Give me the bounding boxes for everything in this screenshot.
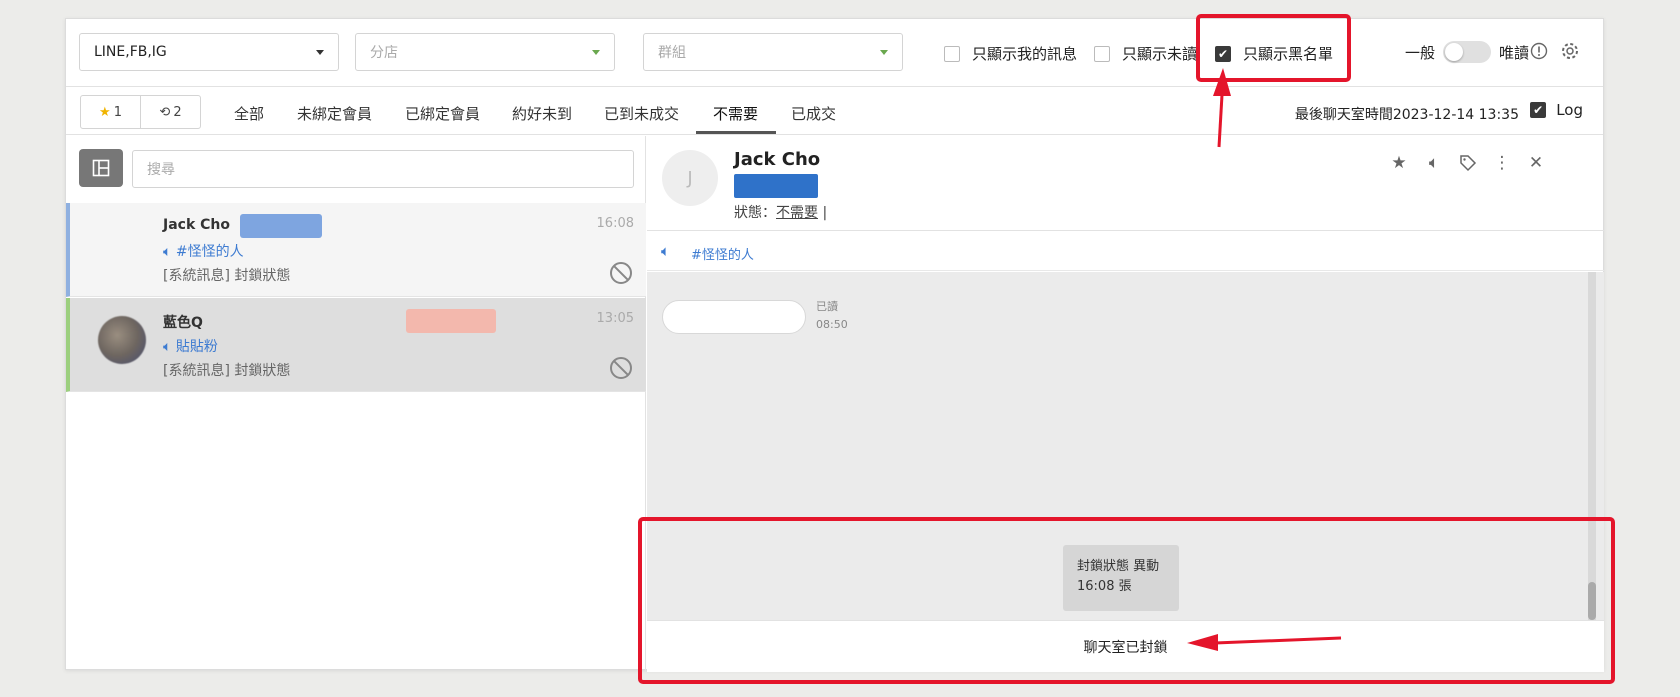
tab-not-needed[interactable]: 不需要 [713,103,758,124]
avatar [98,316,146,364]
last-chat-time: 最後聊天室時間2023-12-14 13:35 [1294,107,1519,123]
annotation-box-locked-chat [638,517,1615,684]
log-label: Log [1556,101,1583,119]
history-filter-button[interactable]: ⟲ 2 [140,96,200,128]
layout-toggle-button[interactable] [79,149,123,187]
read-label: 已讀 [816,300,838,313]
group-select-placeholder: 群組 [658,45,686,61]
conversation-item[interactable]: Jack Cho 🔈︎ #怪怪的人 [系統訊息] 封鎖狀態 16:08 [66,203,646,297]
layout-icon [92,159,110,177]
history-icon: ⟲ [159,104,171,120]
tab-no-show[interactable]: 約好未到 [512,103,572,124]
blocked-icon [610,357,632,379]
message-bubble [662,300,806,334]
conversation-name: Jack Cho [163,217,230,233]
checkmark-icon: ✔ [1530,102,1547,118]
tab-closed-deal[interactable]: 已成交 [791,103,836,124]
contact-status: 狀態：不需要 | [734,205,828,221]
tabs-bar: ★ 1 ⟲ 2 全部 未綁定會員 已綁定會員 約好未到 已到未成交 不需要 已成交 … [66,87,1603,135]
chevron-down-icon [880,49,888,55]
redacted-label [240,214,322,238]
only-unread-checkbox[interactable]: 只顯示未讀 [1094,43,1197,64]
chat-tag-bar: 🔈︎ #怪怪的人 [647,231,1604,271]
blocked-icon [610,262,632,284]
conversation-item[interactable]: 藍色Q 🔈︎ 貼貼粉 [系統訊息] 封鎖狀態 13:05 [66,298,646,392]
star-icon: ★ [99,104,111,120]
tab-all[interactable]: 全部 [234,103,264,124]
starred-count: 1 [113,104,122,120]
channel-select-value: LINE,FB,IG [94,44,167,60]
toggle-left-label: 一般 [1405,43,1436,62]
history-count: 2 [173,104,182,120]
search-placeholder: 搜尋 [147,162,175,178]
gear-icon[interactable] [1560,41,1580,61]
more-vertical-icon[interactable]: ⋮ [1491,152,1513,174]
toggle-right-label: 唯讀 [1499,43,1530,62]
quick-filter-group: ★ 1 ⟲ 2 [80,95,201,129]
speaker-icon: 🔈︎ [163,339,176,355]
speaker-icon: 🔈︎ [163,244,176,260]
conversation-last-message: [系統訊息] 封鎖狀態 [163,268,291,284]
active-tab-indicator [696,131,776,134]
store-select-placeholder: 分店 [370,45,398,61]
only-mine-label: 只顯示我的訊息 [972,45,1078,63]
search-input[interactable]: 搜尋 [132,150,634,188]
conversation-time: 13:05 [596,311,634,326]
toggle-switch[interactable] [1443,41,1492,63]
conversation-time: 16:08 [596,216,634,231]
status-value[interactable]: 不需要 [776,205,818,221]
message-meta: 已讀 08:50 [816,298,848,334]
star-icon[interactable]: ★ [1388,152,1410,174]
checkbox-icon [944,45,960,62]
filter-bar: LINE,FB,IG 分店 群組 只顯示我的訊息 只顯示未讀 ✔ 只顯示黑名單 … [66,19,1603,87]
checkbox-icon [1094,45,1110,62]
conversation-name: 藍色Q [163,315,203,331]
redacted-label [734,174,818,198]
conversation-list-pane: 搜尋 Jack Cho 🔈︎ #怪怪的人 [系統訊息] 封鎖狀態 16:08 藍… [66,136,646,671]
group-select[interactable]: 群組 [643,33,903,71]
chat-tag[interactable]: #怪怪的人 [691,244,754,263]
store-select[interactable]: 分店 [355,33,615,71]
tab-bound-member[interactable]: 已綁定會員 [405,103,480,124]
conversation-tag: 🔈︎ #怪怪的人 [163,244,244,260]
channel-select[interactable]: LINE,FB,IG [79,33,339,71]
close-icon[interactable]: ✕ [1525,152,1547,174]
tab-arrived-no-deal[interactable]: 已到未成交 [604,103,679,124]
avatar: J [662,150,718,206]
annotation-box-blacklist [1196,14,1351,82]
only-mine-checkbox[interactable]: 只顯示我的訊息 [944,43,1077,64]
read-time: 08:50 [816,318,848,331]
speaker-icon[interactable]: 🔈︎ [1423,152,1445,174]
log-checkbox[interactable]: ✔ Log [1530,101,1583,119]
conversation-tag: 🔈︎ 貼貼粉 [163,339,218,355]
redacted-label [406,309,496,333]
chevron-down-icon [316,49,324,55]
tab-unbound-member[interactable]: 未綁定會員 [297,103,372,124]
only-unread-label: 只顯示未讀 [1122,45,1198,63]
tag-icon[interactable] [1457,152,1479,174]
speaker-icon: 🔈︎ [661,242,671,260]
chat-header: J Jack Cho 狀態：不需要 | ★ 🔈︎ ⋮ ✕ [647,136,1604,231]
chevron-down-icon [592,49,600,55]
conversation-last-message: [系統訊息] 封鎖狀態 [163,363,291,379]
mode-toggle[interactable]: 一般 唯讀 [1405,41,1529,63]
contact-name: Jack Cho [734,149,821,170]
info-icon[interactable] [1529,41,1549,61]
starred-filter-button[interactable]: ★ 1 [81,96,140,128]
